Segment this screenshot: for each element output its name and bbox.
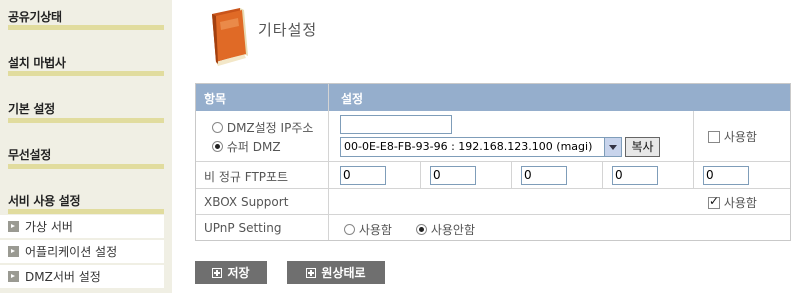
ftp-port-input-3[interactable]: 0 [521, 166, 567, 185]
sidebar-section-basic[interactable]: 기본 설정 [8, 100, 164, 117]
ftp-port-input-5[interactable]: 0 [703, 166, 749, 185]
book-icon [212, 8, 248, 66]
dmz-enable-label: 사용함 [723, 130, 757, 144]
sidebar-item-dmz[interactable]: DMZ서버 설정 [0, 265, 164, 288]
column-divider [420, 162, 421, 188]
sidebar-item-label: 어플리케이션 설정 [25, 245, 118, 259]
plus-box-icon [306, 267, 317, 278]
ftp-port-input-4[interactable]: 0 [612, 166, 658, 185]
xbox-enable-option[interactable]: 사용함 [708, 194, 757, 211]
arrow-bullet-icon [8, 271, 19, 282]
table-header: 항목 설정 [196, 84, 790, 111]
sidebar-section-status[interactable]: 공유기상태 [8, 8, 164, 25]
column-divider [693, 162, 694, 188]
sidebar-section-title[interactable]: 기본 설정 [8, 100, 164, 117]
sidebar-section-server[interactable]: 서비 사용 설정 [8, 192, 164, 209]
column-header-setting: 설정 [341, 92, 364, 106]
chevron-down-icon[interactable] [604, 138, 621, 156]
upnp-label: UPnP Setting [204, 221, 282, 235]
section-divider [8, 71, 164, 76]
super-dmz-radio[interactable] [212, 141, 223, 152]
column-divider [602, 162, 603, 188]
sidebar-section-title[interactable]: 공유기상태 [8, 8, 164, 25]
super-dmz-label: 슈퍼 DMZ [226, 140, 281, 154]
dmz-enable-checkbox[interactable] [708, 131, 720, 143]
reset-button[interactable]: 원상태로 [287, 261, 385, 284]
save-button[interactable]: 저장 [195, 261, 267, 284]
xbox-row: XBOX Support 사용함 [196, 188, 790, 214]
settings-table: 항목 설정 DMZ설정 IP주소 슈퍼 DMZ 00-0E-E8-FB-93-9… [195, 83, 791, 241]
section-divider [8, 118, 164, 123]
dmz-ip-label: DMZ설정 IP주소 [226, 121, 314, 135]
xbox-label: XBOX Support [204, 195, 289, 209]
dmz-row: DMZ설정 IP주소 슈퍼 DMZ 00-0E-E8-FB-93-96 : 19… [196, 111, 790, 161]
page-title: 기타설정 [258, 21, 318, 39]
super-dmz-option[interactable]: 슈퍼 DMZ [212, 138, 281, 155]
sidebar-item-label: 가상 서버 [25, 220, 73, 234]
dmz-ip-option[interactable]: DMZ설정 IP주소 [212, 119, 313, 136]
ftp-port-input-2[interactable]: 0 [430, 166, 476, 185]
upnp-row: UPnP Setting 사용함 사용안함 [196, 214, 790, 240]
ftp-row: 비 정규 FTP포트 0 0 0 0 0 [196, 161, 790, 188]
mac-address-select[interactable]: 00-0E-E8-FB-93-96 : 192.168.123.100 (mag… [340, 137, 622, 157]
section-divider [8, 25, 164, 30]
column-divider [511, 162, 512, 188]
dmz-ip-input[interactable] [340, 115, 452, 134]
xbox-enable-checkbox[interactable] [708, 194, 720, 209]
upnp-off-radio[interactable] [416, 224, 427, 235]
sidebar-item-label: DMZ서버 설정 [25, 270, 101, 284]
sidebar: 공유기상태 설치 마법사 기본 설정 무선설정 서비 사용 설정 가상 서버 어… [0, 0, 172, 293]
sidebar-item-application[interactable]: 어플리케이션 설정 [0, 240, 164, 263]
section-divider [8, 164, 164, 169]
section-divider [8, 209, 164, 214]
sidebar-section-wizard[interactable]: 설치 마법사 [8, 54, 164, 71]
plus-box-icon [212, 267, 223, 278]
column-header-item: 항목 [204, 92, 227, 106]
reset-button-label: 원상태로 [321, 266, 366, 280]
upnp-off-label: 사용안함 [430, 223, 475, 237]
dmz-enable-option[interactable]: 사용함 [708, 128, 757, 145]
sidebar-section-title[interactable]: 설치 마법사 [8, 54, 164, 71]
column-divider [693, 111, 694, 161]
dmz-ip-radio[interactable] [212, 122, 223, 133]
copy-button[interactable]: 복사 [625, 137, 660, 157]
save-button-label: 저장 [227, 266, 250, 280]
upnp-on-label: 사용함 [358, 223, 392, 237]
sidebar-section-wireless[interactable]: 무선설정 [8, 146, 164, 163]
mac-select-value: 00-0E-E8-FB-93-96 : 192.168.123.100 (mag… [344, 140, 593, 153]
arrow-bullet-icon [8, 246, 19, 257]
arrow-bullet-icon [8, 221, 19, 232]
sidebar-section-title[interactable]: 무선설정 [8, 146, 164, 163]
sidebar-section-title[interactable]: 서비 사용 설정 [8, 192, 164, 209]
upnp-on-radio[interactable] [344, 224, 355, 235]
xbox-enable-label: 사용함 [723, 196, 757, 210]
upnp-on-option[interactable]: 사용함 [344, 221, 392, 238]
ftp-port-input-1[interactable]: 0 [340, 166, 386, 185]
upnp-off-option[interactable]: 사용안함 [416, 221, 475, 238]
ftp-label: 비 정규 FTP포트 [204, 170, 289, 184]
sidebar-item-virtual-server[interactable]: 가상 서버 [0, 215, 164, 238]
